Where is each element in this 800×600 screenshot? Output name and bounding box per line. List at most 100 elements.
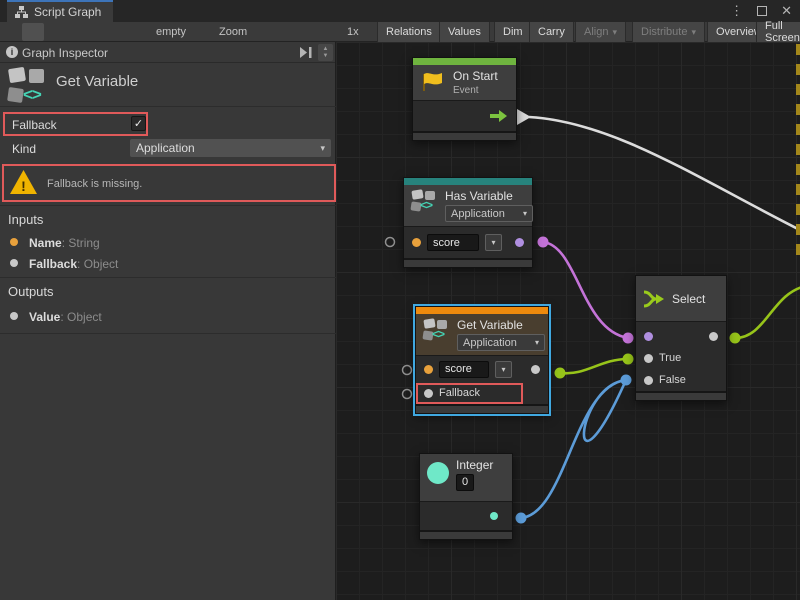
port-dot-value: [10, 312, 18, 320]
true-port-label: True: [659, 352, 681, 364]
dock-panel-icon[interactable]: [300, 47, 313, 58]
zoom-value: 1x: [347, 26, 359, 38]
unconnected-port-hasvariable[interactable]: [386, 238, 395, 247]
wire-select-output: [735, 286, 800, 338]
node-title: Get Variable: [457, 318, 545, 332]
warning-text: Fallback is missing.: [47, 178, 142, 190]
tab-script-graph[interactable]: Script Graph: [7, 0, 113, 22]
wire-endpoint: [623, 354, 634, 365]
variable-icon: <>: [411, 189, 438, 214]
wire-endpoint: [516, 513, 527, 524]
chevron-down-icon: ▾: [523, 209, 527, 218]
inspector-header: i Graph Inspector ▲ ▼: [0, 42, 335, 63]
wire-endpoint: [730, 333, 741, 344]
node-select[interactable]: Select True False: [635, 275, 727, 401]
node-subtitle: Event: [453, 85, 498, 96]
variable-name-field[interactable]: [439, 361, 489, 378]
inspector-spinner[interactable]: ▲ ▼: [318, 44, 333, 61]
check-icon: ✓: [134, 117, 143, 130]
wire-endpoint: [538, 237, 549, 248]
input-fallback: Fallback: [29, 257, 77, 271]
inspector-unit-title: Get Variable: [56, 73, 138, 90]
wire-hasvariable-to-select: [543, 242, 628, 338]
chevron-down-icon: ▾: [691, 27, 696, 38]
condition-input-port[interactable]: [644, 332, 653, 341]
chevron-down-icon: ▾: [612, 27, 617, 38]
graph-breadcrumb-empty[interactable]: empty: [156, 26, 186, 38]
window-close-icon[interactable]: ✕: [781, 0, 792, 22]
wires-layer: [336, 42, 800, 600]
variable-kind-dropdown[interactable]: Application ▾: [457, 334, 545, 351]
node-title: Integer: [456, 458, 493, 472]
info-button-active-bg: [22, 23, 44, 41]
title-bar: Script Graph ⋮ ✕: [0, 0, 800, 22]
unity-script-graph-window: Script Graph ⋮ ✕ i <×> empty Zoom 1x Rel…: [0, 0, 800, 600]
window-maximize-icon[interactable]: [757, 6, 767, 16]
name-input-port[interactable]: [424, 365, 433, 374]
variable-color-bar: [416, 307, 548, 314]
flow-arrow-icon[interactable]: [490, 109, 508, 123]
integer-output-port[interactable]: [490, 512, 498, 520]
graph-inspector-panel: i Graph Inspector ▲ ▼ <> Get Variable Fa…: [0, 42, 336, 600]
wire-endpoint: [621, 375, 632, 386]
variable-name-field[interactable]: [427, 234, 479, 251]
spin-down-icon: ▼: [323, 53, 329, 60]
tab-title: Script Graph: [34, 5, 101, 19]
node-on-start[interactable]: On Start Event: [412, 57, 517, 141]
dim-button[interactable]: Dim: [494, 22, 532, 42]
integer-type-icon: [427, 462, 449, 484]
port-dot-fallback: [10, 259, 18, 267]
wire-endpoint: [623, 333, 634, 344]
kind-label: Kind: [12, 142, 36, 156]
input-fallback-type: : Object: [77, 257, 118, 271]
variable-color-bar: [404, 178, 532, 185]
values-button[interactable]: Values: [439, 22, 490, 42]
input-name-type: : String: [62, 236, 100, 250]
fallback-port-label: Fallback: [439, 387, 480, 399]
fallback-checkbox[interactable]: ✓: [131, 116, 146, 131]
event-color-bar: [413, 58, 516, 65]
node-title: Has Variable: [445, 189, 533, 203]
bool-output-port[interactable]: [515, 238, 524, 247]
align-button[interactable]: Align▾: [575, 22, 626, 42]
fallback-input-port[interactable]: [424, 389, 433, 398]
window-menu-icon[interactable]: ⋮: [730, 0, 743, 22]
node-integer[interactable]: Integer 0: [419, 453, 513, 540]
full-screen-button[interactable]: Full Screen: [756, 22, 800, 42]
output-value: Value: [29, 310, 60, 324]
variable-kind-dropdown[interactable]: Application ▾: [445, 205, 533, 222]
variable-picker-button[interactable]: ▾: [485, 234, 502, 251]
outputs-title: Outputs: [8, 284, 54, 299]
carry-button[interactable]: Carry: [529, 22, 574, 42]
selection-output-port[interactable]: [709, 332, 718, 341]
variable-icon: <>: [423, 318, 450, 343]
wire-getvariable-to-select-true: [560, 359, 628, 373]
unconnected-port-getvariable-fallback[interactable]: [403, 390, 412, 399]
wire-onstart-flow: [529, 117, 800, 233]
graph-canvas[interactable]: On Start Event <>: [336, 42, 800, 600]
node-title: On Start: [453, 69, 498, 83]
inputs-title: Inputs: [8, 212, 43, 227]
relations-button[interactable]: Relations: [377, 22, 441, 42]
variable-picker-button[interactable]: ▾: [495, 361, 512, 378]
get-variable-icon: <>: [8, 67, 50, 105]
value-output-port[interactable]: [531, 365, 540, 374]
wire-endpoint: [555, 368, 566, 379]
output-value-type: : Object: [60, 310, 101, 324]
integer-value-field[interactable]: 0: [456, 474, 474, 491]
unconnected-port-getvariable-name[interactable]: [403, 366, 412, 375]
chevron-down-icon: ▾: [535, 338, 539, 347]
node-has-variable[interactable]: <> Has Variable Application ▾ ▾: [403, 177, 533, 268]
chevron-down-icon: ▾: [320, 143, 325, 154]
distribute-button[interactable]: Distribute▾: [632, 22, 705, 42]
kind-dropdown[interactable]: Application ▾: [130, 139, 331, 157]
node-get-variable[interactable]: <> Get Variable Application ▾ ▾ Fallb: [415, 306, 549, 414]
onstart-output-port-triangle[interactable]: [517, 109, 531, 125]
true-input-port[interactable]: [644, 354, 653, 363]
chevron-down-icon: ▾: [501, 365, 505, 374]
offscreen-node-warning-edge: [796, 44, 800, 264]
node-title: Select: [672, 292, 705, 306]
name-input-port[interactable]: [412, 238, 421, 247]
false-input-port[interactable]: [644, 376, 653, 385]
flag-icon: [420, 70, 446, 96]
